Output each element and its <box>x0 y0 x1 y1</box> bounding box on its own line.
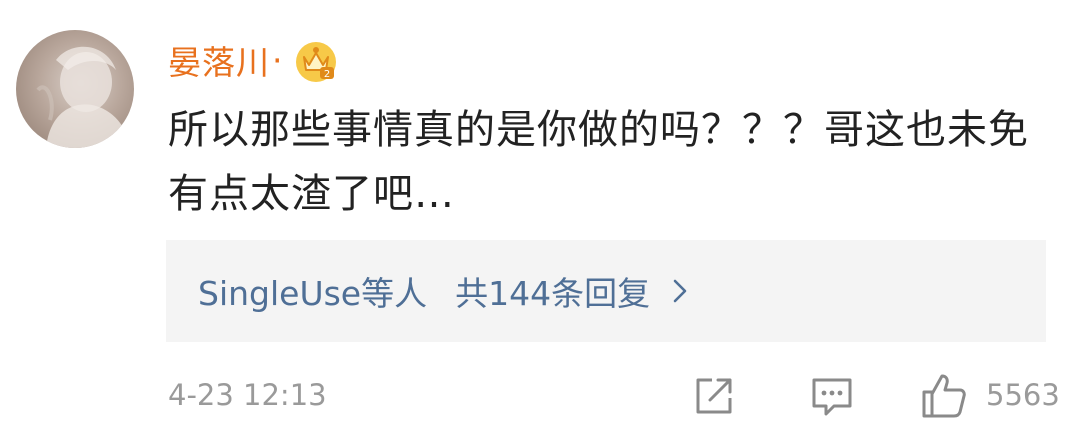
timestamp: 4-23 12:13 <box>168 378 327 412</box>
comment-footer: 4-23 12:13 5563 <box>168 372 1060 428</box>
like-count: 5563 <box>986 378 1060 412</box>
replies-summary-button[interactable]: SingleUse等人 共144条回复 <box>166 240 1046 342</box>
thumbs-up-icon <box>922 374 966 418</box>
avatar[interactable] <box>16 30 134 148</box>
like-button[interactable] <box>920 372 968 420</box>
share-button[interactable] <box>690 372 738 420</box>
username[interactable]: 晏落川 <box>168 36 270 84</box>
comment-icon <box>812 378 852 416</box>
comment-button[interactable] <box>808 372 856 420</box>
avatar-image <box>36 46 130 148</box>
comment-text: 所以那些事情真的是你做的吗？？？哥这也未免有点太渣了吧… <box>168 107 1029 217</box>
comment-card: 晏落川 · 2 所以那些事情真的是你做的吗？？？哥这也未免有点太渣了吧… Sin… <box>0 0 1080 448</box>
vip-crown-badge-icon: 2 <box>295 42 336 82</box>
username-row: 晏落川 · 2 <box>168 34 339 86</box>
svg-text:2: 2 <box>323 69 329 80</box>
reply-count-link[interactable]: 共144条回复 <box>455 267 650 315</box>
username-separator: · <box>272 40 283 80</box>
share-icon <box>696 378 732 414</box>
chevron-right-icon <box>673 279 687 303</box>
reply-users-link[interactable]: SingleUse等人 <box>198 267 427 315</box>
